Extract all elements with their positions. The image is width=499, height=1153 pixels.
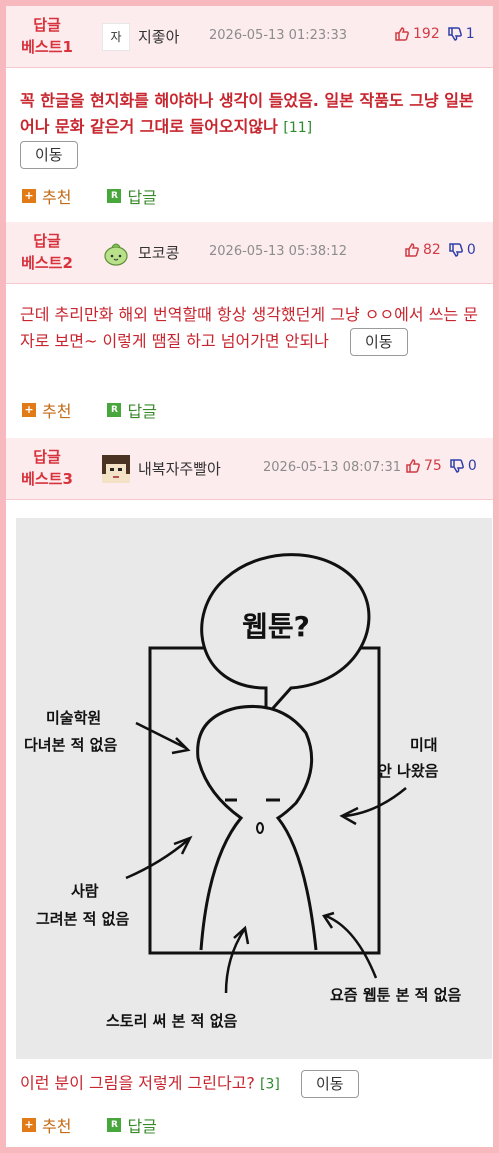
move-button[interactable]: 이동 [20,141,78,169]
reply-button[interactable]: R 답글 [107,398,157,422]
recommend-label: 추천 [42,188,72,207]
label-art-college-2: 안 나왔음 [378,762,439,780]
comment-text: 이런 분이 그림을 저렇게 그린다고? [20,1073,255,1093]
thumbs-down-icon[interactable] [447,26,463,42]
vote-counts: 75 0 [405,458,477,474]
recommend-button[interactable]: + 추천 [22,398,71,422]
label-art-school-1: 미술학원 [46,709,101,727]
badge-reply-label: 답글 [33,448,61,466]
move-button[interactable]: 이동 [300,1070,359,1098]
comment-image[interactable]: 웹툰? 미술학원 다녀본 적 없음 미대 안 나왔음 사람 그려본 적 없음 스… [16,518,492,1059]
recommend-label: 추천 [42,1117,72,1136]
plus-icon: + [22,1118,36,1132]
badge-rank-label: 베스트2 [21,254,73,272]
downvote-count: 1 [465,26,475,42]
reply-button[interactable]: R 답글 [107,184,157,208]
nickname[interactable]: 지좋아 [138,26,179,47]
timestamp: 2026-05-13 05:38:12 [209,244,348,259]
best-badge: 답글 베스트3 [14,446,80,490]
recommend-button[interactable]: + 추천 [22,184,71,208]
thumbs-up-icon[interactable] [405,458,421,474]
plus-icon: + [22,189,36,203]
reply-label: 답글 [127,402,157,421]
reply-label: 답글 [127,1117,157,1136]
reply-icon: R [107,403,122,417]
avatar[interactable] [102,455,130,483]
comment-actions: + 추천 R 답글 [22,184,157,208]
plus-icon: + [22,403,36,417]
timestamp: 2026-05-13 08:07:31 [263,460,402,475]
nickname[interactable]: 내복자주빨아 [138,458,221,479]
comment-actions: + 추천 R 답글 [22,1113,157,1137]
downvote-count: 0 [466,242,476,258]
best-badge: 답글 베스트1 [14,14,80,58]
comment-list: 답글 베스트1 자 지좋아 2026-05-13 01:23:33 192 1 … [6,6,493,1147]
avatar[interactable] [102,239,130,267]
badge-reply-label: 답글 [33,232,61,250]
timestamp: 2026-05-13 01:23:33 [209,28,348,43]
vote-counts: 82 0 [404,242,476,258]
reply-icon: R [107,189,122,203]
label-drew-people-2: 그려본 적 없음 [36,910,129,928]
comment-header: 답글 베스트2 모코콩 2026-05-13 05:38:12 82 0 [6,222,493,284]
move-button[interactable]: 이동 [349,328,408,356]
label-story: 스토리 써 본 적 없음 [106,1012,237,1030]
badge-reply-label: 답글 [33,16,61,34]
comment-body: 이런 분이 그림을 저렇게 그린다고? [3] 이동 [20,1070,486,1098]
recommend-label: 추천 [42,402,72,421]
comment-body: 근데 추리만화 해외 번역할때 항상 생각했던게 그냥 ㅇㅇ에서 쓰는 문자로 … [20,302,486,356]
comment-text: 꼭 한글을 현지화를 해야하나 생각이 들었음. 일본 작품도 그냥 일본어나 … [20,91,474,136]
reply-button[interactable]: R 답글 [107,1113,157,1137]
recommend-button[interactable]: + 추천 [22,1113,71,1137]
nickname[interactable]: 모코콩 [138,242,179,263]
badge-rank-label: 베스트3 [21,470,73,488]
label-art-college-1: 미대 [410,736,438,754]
comment-header: 답글 베스트1 자 지좋아 2026-05-13 01:23:33 192 1 [6,6,493,68]
badge-rank-label: 베스트1 [21,38,73,56]
best-badge: 답글 베스트2 [14,230,80,274]
reply-icon: R [107,1118,122,1132]
downvote-count: 0 [467,458,477,474]
bubble-text: 웹툰? [242,610,310,643]
label-drew-people-1: 사람 [71,882,99,900]
thumbs-up-icon[interactable] [394,26,410,42]
comment-body: 꼭 한글을 현지화를 해야하나 생각이 들었음. 일본 작품도 그냥 일본어나 … [20,88,486,169]
thumbs-up-icon[interactable] [404,242,420,258]
label-art-school-2: 다녀본 적 없음 [24,736,117,754]
thumbs-down-icon[interactable] [449,458,465,474]
thumbs-down-icon[interactable] [448,242,464,258]
comment-actions: + 추천 R 답글 [22,398,157,422]
vote-counts: 192 1 [394,26,475,42]
reply-count[interactable]: [3] [260,1077,280,1093]
reply-count[interactable]: [11] [283,120,312,136]
reply-label: 답글 [127,188,157,207]
upvote-count: 82 [423,242,441,258]
label-webtoon: 요즘 웹툰 본 적 없음 [330,986,461,1004]
comment-header: 답글 베스트3 내복자주빨아 2026-05-13 08:07:31 75 0 [6,438,493,500]
avatar[interactable]: 자 [102,23,130,51]
upvote-count: 75 [424,458,442,474]
upvote-count: 192 [413,26,440,42]
comment-text: 근데 추리만화 해외 번역할때 항상 생각했던게 그냥 ㅇㅇ에서 쓰는 문자로 … [20,305,478,351]
